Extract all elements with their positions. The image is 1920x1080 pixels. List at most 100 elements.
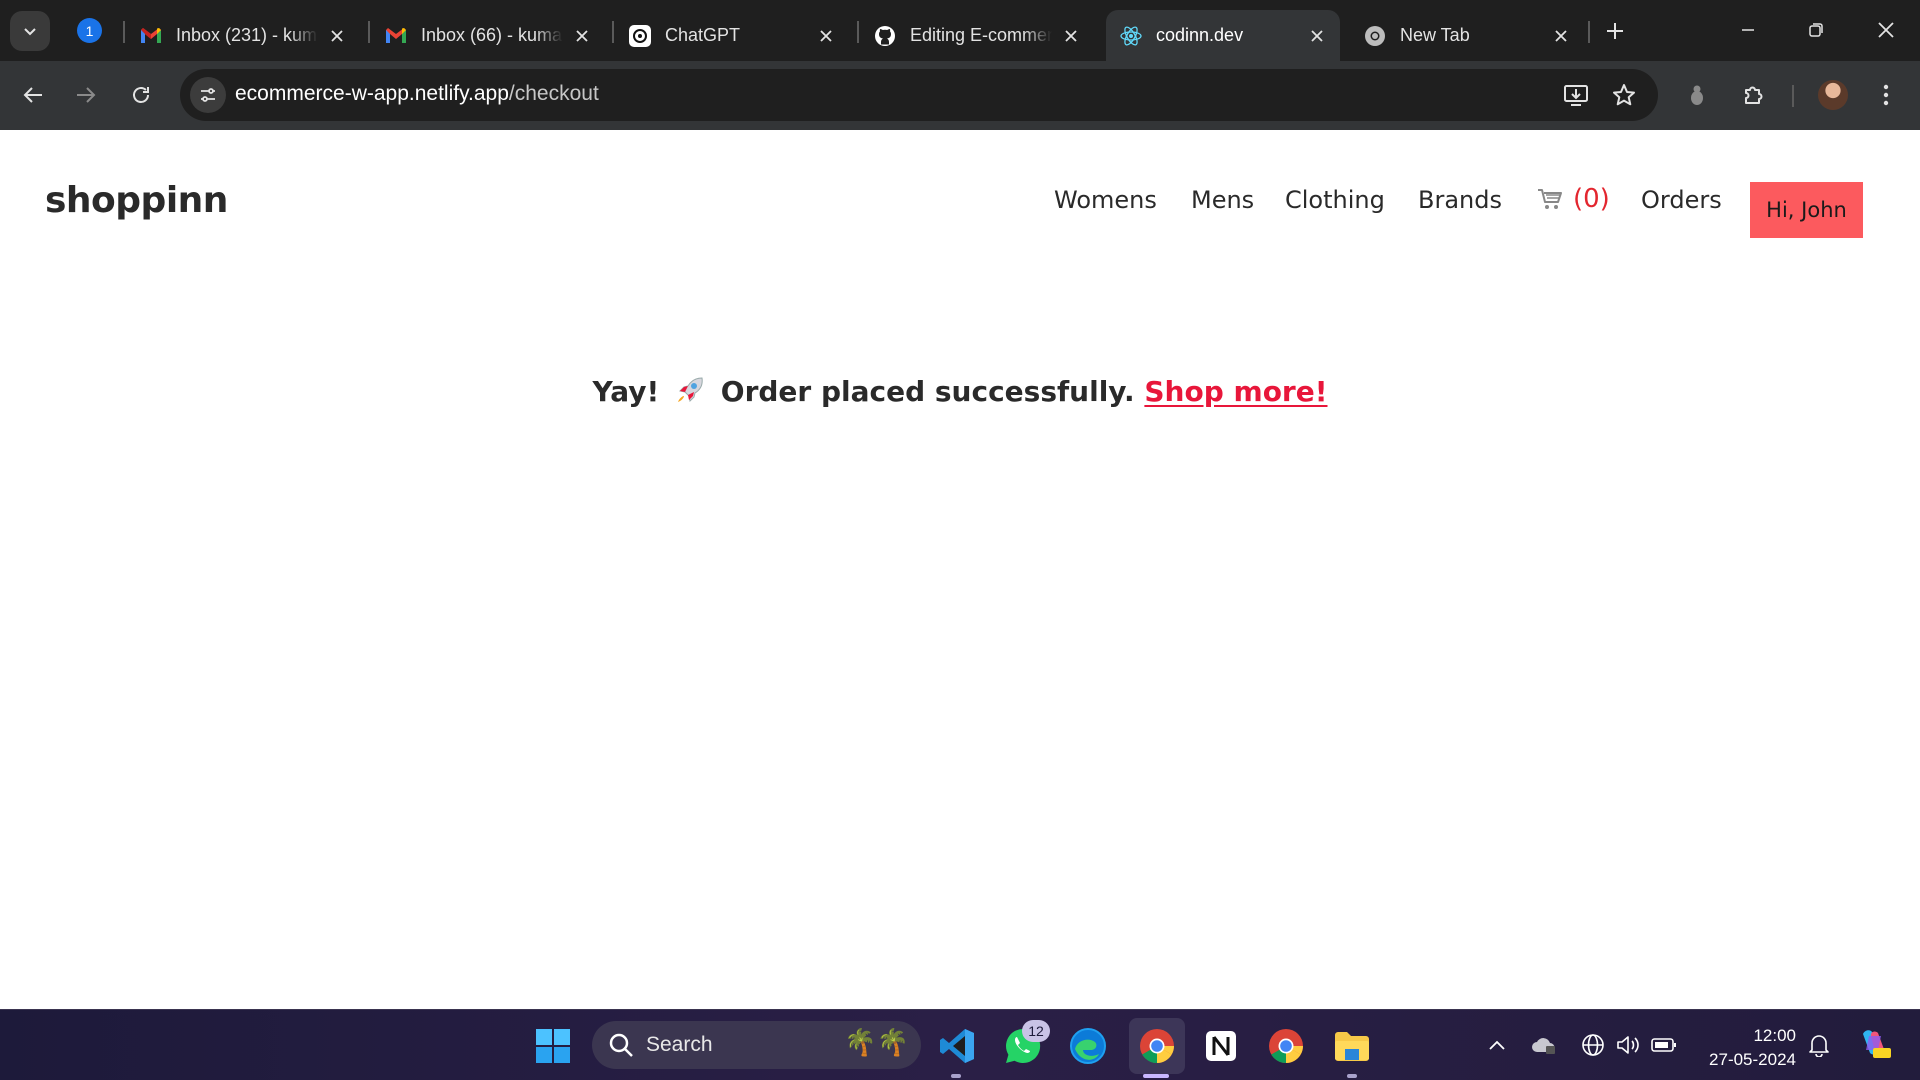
minimize-button[interactable] — [1728, 10, 1768, 50]
tab-gmail-1[interactable]: Inbox (231) - kumar — [126, 10, 360, 61]
edge-icon — [1070, 1028, 1106, 1064]
taskbar-search[interactable]: Search 🌴🌴 — [592, 1021, 921, 1069]
clock-date: 27-05-2024 — [1709, 1050, 1796, 1069]
battery-icon — [1651, 1038, 1676, 1052]
nav-link-orders[interactable]: Orders — [1641, 186, 1722, 214]
system-clock[interactable]: 12:00 27-05-2024 — [1696, 1024, 1796, 1072]
install-icon — [1564, 85, 1588, 106]
network-tray[interactable] — [1580, 1032, 1606, 1058]
tab-github[interactable]: Editing E-commerce — [860, 10, 1094, 61]
close-window-button[interactable] — [1866, 10, 1906, 50]
plus-icon — [1607, 23, 1623, 39]
nav-link-mens[interactable]: Mens — [1191, 186, 1254, 214]
close-icon[interactable] — [571, 25, 593, 47]
taskbar-chrome-2[interactable] — [1264, 1024, 1308, 1068]
shopping-cart-icon — [1537, 187, 1563, 211]
restore-icon — [1809, 23, 1823, 37]
nav-link-brands[interactable]: Brands — [1418, 186, 1502, 214]
cart-link[interactable]: (0) — [1537, 184, 1610, 214]
site-info-button[interactable] — [190, 77, 226, 113]
taskbar-file-explorer[interactable] — [1330, 1024, 1374, 1068]
close-icon — [1878, 22, 1894, 38]
tab-title: Inbox (66) - kumar — [421, 25, 563, 45]
chrome-icon — [1269, 1029, 1303, 1063]
copilot-icon — [1863, 1030, 1891, 1058]
tab-search-button[interactable] — [10, 11, 50, 51]
extension-grey-icon — [1691, 85, 1703, 105]
url-text[interactable]: ecommerce-w-app.netlify.app/checkout — [235, 82, 599, 106]
chevron-up-icon — [1489, 1040, 1505, 1050]
close-icon[interactable] — [1550, 25, 1572, 47]
tab-title: Editing E-commerce — [910, 25, 1052, 45]
notion-icon — [1206, 1031, 1236, 1061]
notifications-button[interactable] — [1806, 1032, 1832, 1058]
reload-button[interactable] — [119, 73, 163, 117]
taskbar-edge[interactable] — [1066, 1024, 1110, 1068]
tab-gmail-2[interactable]: Inbox (66) - kumar — [371, 10, 605, 61]
address-bar[interactable]: ecommerce-w-app.netlify.app/checkout — [180, 69, 1658, 121]
tab-title: Inbox (231) - kumar — [176, 25, 318, 45]
browser-toolbar: ecommerce-w-app.netlify.app/checkout — [0, 61, 1920, 130]
close-icon[interactable] — [1060, 25, 1082, 47]
chrome-icon — [1140, 1029, 1174, 1063]
extension-button[interactable] — [1675, 73, 1719, 117]
search-icon — [609, 1033, 633, 1057]
bell-icon — [1809, 1035, 1829, 1057]
extensions-menu-button[interactable] — [1732, 73, 1776, 117]
tab-codinn-active[interactable]: codinn.dev — [1106, 10, 1340, 61]
start-button[interactable] — [531, 1024, 575, 1068]
install-app-button[interactable] — [1560, 79, 1592, 111]
cart-count: (0) — [1573, 184, 1610, 214]
search-placeholder: Search — [646, 1033, 713, 1056]
tab-separator — [612, 21, 614, 43]
nav-link-clothing[interactable]: Clothing — [1285, 186, 1385, 214]
tab-separator — [857, 21, 859, 43]
tab-new-tab[interactable]: New Tab — [1350, 10, 1584, 61]
restore-button[interactable] — [1796, 10, 1836, 50]
close-icon[interactable] — [815, 25, 837, 47]
shop-more-link[interactable]: Shop more! — [1144, 375, 1327, 408]
folder-icon — [1335, 1032, 1369, 1061]
bookmark-button[interactable] — [1608, 79, 1640, 111]
taskbar-chrome-active[interactable] — [1135, 1024, 1179, 1068]
tab-title: ChatGPT — [665, 25, 741, 45]
back-button[interactable] — [11, 73, 55, 117]
order-success-message: Yay! Order placed successfully. Shop mor… — [0, 375, 1920, 408]
taskbar-notion[interactable] — [1199, 1024, 1243, 1068]
tab-group-badge[interactable]: 1 — [77, 18, 102, 43]
copilot-button[interactable] — [1857, 1026, 1891, 1060]
tab-chatgpt[interactable]: ChatGPT — [615, 10, 849, 61]
star-icon — [1613, 84, 1635, 106]
browser-menu-button[interactable] — [1864, 73, 1908, 117]
windows-logo-icon — [536, 1029, 570, 1063]
nav-link-womens[interactable]: Womens — [1054, 186, 1157, 214]
arrow-left-icon — [23, 87, 42, 103]
site-logo[interactable]: shoppinn — [45, 180, 228, 221]
taskbar-vscode[interactable] — [935, 1024, 979, 1068]
speaker-icon — [1617, 1036, 1639, 1054]
tune-icon — [201, 88, 215, 102]
onedrive-tray[interactable] — [1531, 1032, 1557, 1058]
tab-separator — [123, 21, 125, 43]
palm-tree-icon: 🌴🌴 — [844, 1027, 909, 1057]
show-hidden-icons-button[interactable] — [1484, 1032, 1510, 1058]
battery-tray[interactable] — [1651, 1032, 1677, 1058]
forward-button[interactable] — [64, 73, 108, 117]
close-icon[interactable] — [1306, 25, 1328, 47]
browser-tab-strip: 1 Inbox (231) - kumar Inbox (66) - kumar… — [0, 0, 1920, 61]
profile-avatar[interactable] — [1818, 80, 1848, 110]
success-text: Order placed successfully. — [720, 375, 1135, 408]
vscode-icon — [940, 1029, 974, 1063]
reload-icon — [133, 87, 149, 103]
puzzle-icon — [1745, 86, 1763, 104]
active-indicator — [1143, 1074, 1169, 1078]
arrow-right-icon — [77, 87, 96, 103]
new-tab-button[interactable] — [1598, 14, 1632, 48]
url-host: ecommerce-w-app.netlify.app — [235, 82, 509, 105]
react-icon — [1120, 25, 1142, 47]
chatgpt-icon — [629, 24, 651, 47]
tab-separator — [368, 21, 370, 43]
user-menu-button[interactable]: Hi, John — [1750, 182, 1863, 238]
close-icon[interactable] — [326, 25, 348, 47]
volume-tray[interactable] — [1615, 1032, 1641, 1058]
